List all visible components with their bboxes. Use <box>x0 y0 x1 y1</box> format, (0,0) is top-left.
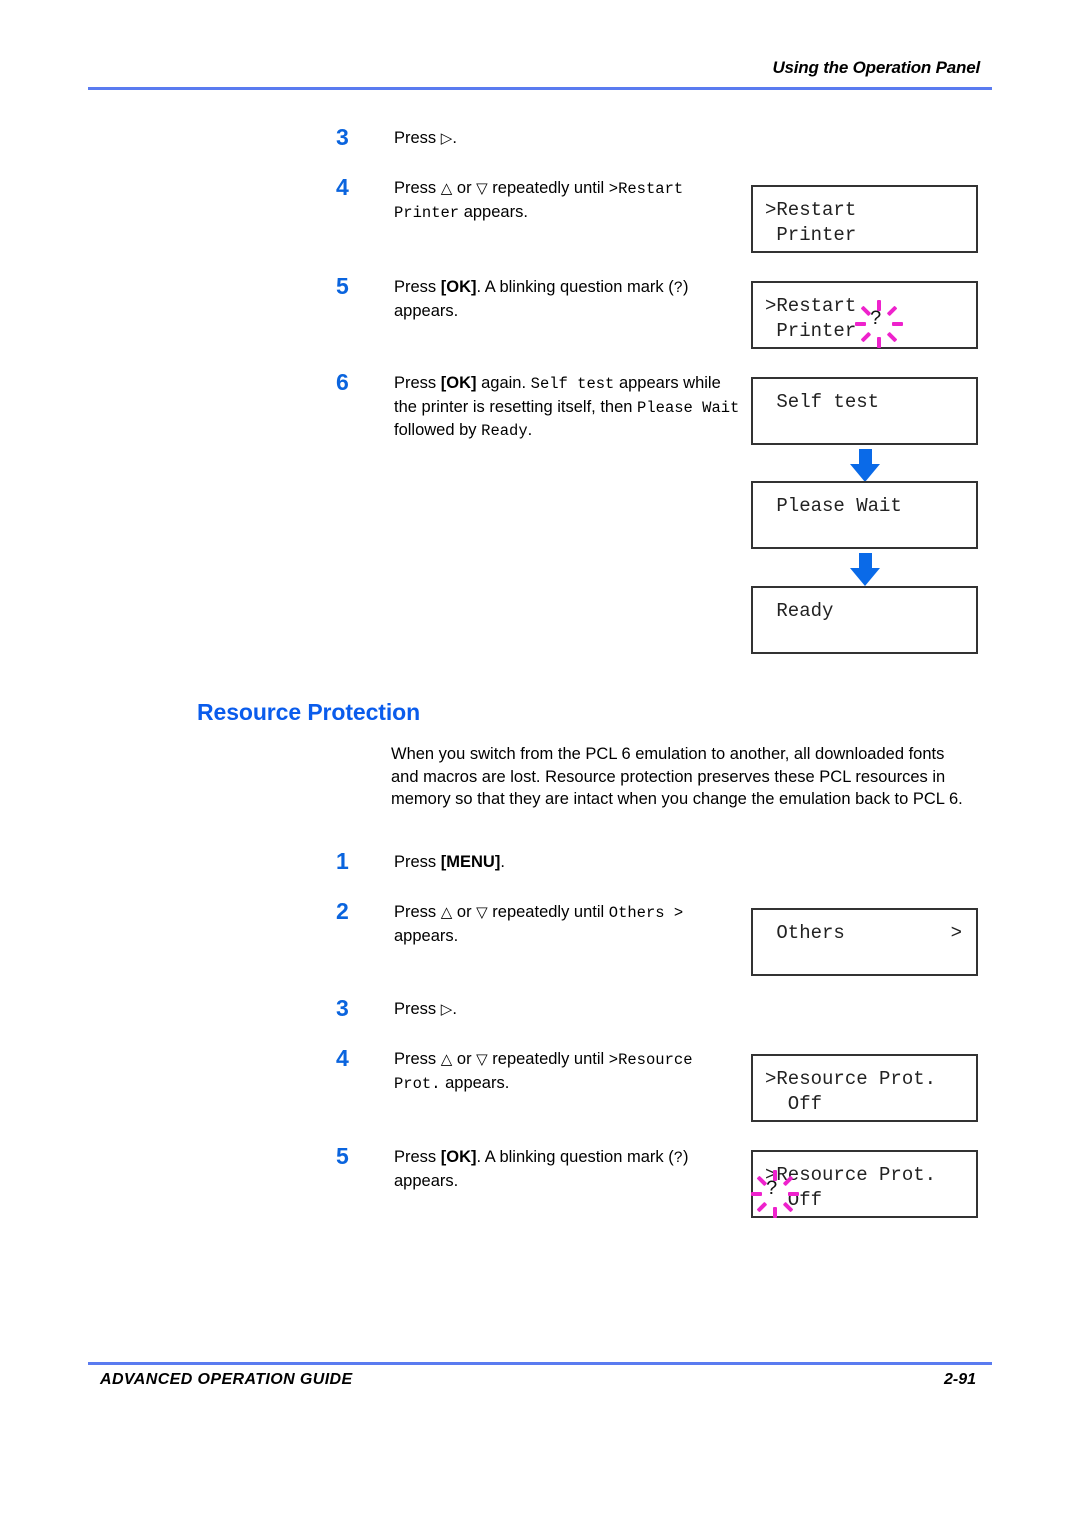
step-text-fragment: appears. <box>440 1073 510 1092</box>
step-text: Press △ or ▽ repeatedly until Others > a… <box>394 901 746 947</box>
lcd-panel-restart-printer: >Restart Printer <box>751 185 978 253</box>
step-text-fragment: Press <box>394 1000 441 1018</box>
step-text: Press △ or ▽ repeatedly until >Restart P… <box>394 177 746 224</box>
footer-divider-rule <box>88 1362 992 1365</box>
lcd-line-1: Others > <box>753 910 976 946</box>
lcd-line-1-right: > <box>950 922 962 944</box>
step-text: Press △ or ▽ repeatedly until >Resource … <box>394 1048 746 1095</box>
step-text-fragment: Press <box>394 1050 441 1068</box>
step-number: 1 <box>336 848 349 874</box>
footer-guide-label: ADVANCED OPERATION GUIDE <box>100 1371 353 1388</box>
step-text-fragment: ▽ <box>476 903 488 921</box>
step-text-fragment: followed by <box>394 421 482 439</box>
footer-page-number: 2-91 <box>944 1371 977 1388</box>
step-text-fragment: [OK] <box>440 1148 477 1166</box>
lcd-panel-please-wait: Please Wait <box>751 481 978 549</box>
step-number: 5 <box>336 1143 349 1169</box>
lcd-line-2: Off <box>765 1093 823 1115</box>
step-text-fragment: repeatedly until <box>487 179 609 197</box>
lcd-line-1: Please Wait <box>765 495 902 517</box>
page-header-title: Using the Operation Panel <box>772 58 980 77</box>
step-text-fragment: appears. <box>459 202 528 221</box>
step-text-fragment: or <box>452 903 477 921</box>
step-text-fragment: Press <box>394 853 441 871</box>
step-text-fragment: appears. <box>394 926 459 945</box>
lcd-line-1: >Resource Prot. <box>765 1068 937 1090</box>
lcd-panel-ready: Ready <box>751 586 978 654</box>
step-text: Press [MENU]. <box>394 851 746 874</box>
document-page: Using the Operation Panel 3 Press ▷. 4 P… <box>0 0 1080 1528</box>
blinking-question-mark: ? <box>855 300 903 348</box>
flow-arrow-down-icon <box>848 449 882 483</box>
step-number: 4 <box>336 1045 349 1071</box>
lcd-panel-resource-prot: >Resource Prot. Off <box>751 1054 978 1122</box>
step-text-fragment: . A blinking question mark ( <box>476 278 674 296</box>
step-text-fragment: ? <box>673 279 684 297</box>
step-text-fragment: Self test <box>530 375 615 393</box>
step-text-fragment: △ <box>440 179 453 197</box>
step-number: 2 <box>336 898 349 924</box>
step-text-fragment: . <box>527 421 533 439</box>
step-text: Press ▷. <box>394 127 746 150</box>
blinking-question-mark: ? <box>751 1170 799 1218</box>
header-divider-rule <box>88 87 992 90</box>
step-text-fragment: ▽ <box>476 1050 488 1068</box>
question-mark-glyph: ? <box>870 308 883 331</box>
step-text-fragment: or <box>452 1050 477 1068</box>
step-text: Press ▷. <box>394 998 746 1021</box>
step-text-fragment: ? <box>673 1149 684 1167</box>
lcd-line-2: Printer <box>765 224 857 246</box>
step-text-fragment: repeatedly until <box>487 1050 609 1068</box>
lcd-panel-self-test: Self test <box>751 377 978 445</box>
step-text-fragment: [MENU] <box>440 853 501 871</box>
lcd-line-1: Ready <box>765 600 834 622</box>
step-number: 5 <box>336 273 349 299</box>
step-text-fragment: . <box>452 1000 457 1018</box>
flow-arrow-down-icon <box>848 553 882 587</box>
step-number: 4 <box>336 174 349 200</box>
step-number: 6 <box>336 369 349 395</box>
lcd-line-1: >Restart <box>765 199 857 221</box>
step-text-fragment: repeatedly until <box>487 903 609 921</box>
step-text-fragment: Others > <box>608 904 684 922</box>
lcd-panel-others: Others > <box>751 908 978 976</box>
step-text: Press [OK]. A blinking question mark (?)… <box>394 1146 746 1192</box>
step-text-fragment: . A blinking question mark ( <box>476 1148 674 1166</box>
section-heading: Resource Protection <box>197 699 421 725</box>
step-text-fragment: Press <box>394 278 441 296</box>
step-text-fragment: or <box>452 179 477 197</box>
step-text-fragment: [OK] <box>440 374 477 392</box>
step-text-fragment: ▷ <box>440 129 453 147</box>
question-mark-glyph: ? <box>766 1178 779 1201</box>
step-text-fragment: ▷ <box>440 1000 453 1018</box>
step-text-fragment: Please Wait <box>637 398 740 417</box>
lcd-line-1-left: Others <box>765 922 845 944</box>
step-text-fragment: . <box>452 129 457 147</box>
step-number: 3 <box>336 995 349 1021</box>
step-text-fragment: Press <box>394 179 441 197</box>
step-text-fragment: Press <box>394 374 441 392</box>
step-text-fragment: again. <box>476 374 531 392</box>
step-text-fragment: Press <box>394 129 441 147</box>
step-text-fragment: △ <box>440 903 453 921</box>
step-text: Press [OK] again. Self test appears whil… <box>394 372 746 443</box>
step-text-fragment: Ready <box>481 422 528 440</box>
step-text-fragment: . <box>500 853 505 871</box>
step-text-fragment: △ <box>440 1050 453 1068</box>
step-text-fragment: [OK] <box>440 278 477 296</box>
step-number: 3 <box>336 124 349 150</box>
section-paragraph: When you switch from the PCL 6 emulation… <box>391 745 963 808</box>
step-text-fragment: Press <box>394 903 441 921</box>
lcd-line-1: Self test <box>765 391 880 413</box>
step-text-fragment: Press <box>394 1148 441 1166</box>
step-text-fragment: ▽ <box>476 179 488 197</box>
step-text: Press [OK]. A blinking question mark (?)… <box>394 276 746 322</box>
